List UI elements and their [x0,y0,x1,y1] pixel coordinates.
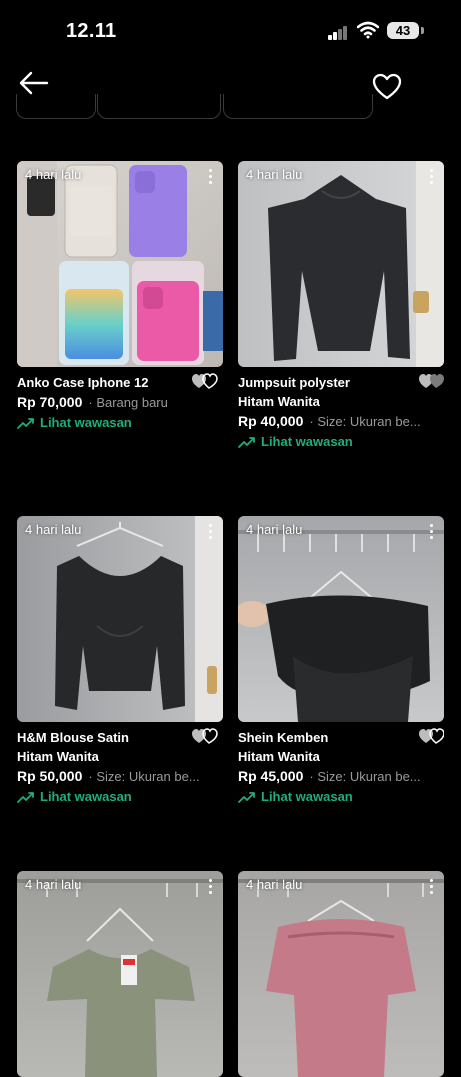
listing-condition: · Barang baru [88,395,168,410]
kemben-photo [238,530,444,722]
insight-label: Lihat wawasan [40,415,132,430]
listing-price-line: Rp 45,000 · Size: Ukuran be... [238,768,444,784]
listing-price: Rp 50,000 [17,768,83,784]
listing-age: 4 hari lalu [246,877,303,892]
heart-icon[interactable] [191,373,223,389]
listing-size: · Size: Ukuran be... [88,769,200,784]
phone-cases-photo [17,161,223,367]
heart-icon[interactable] [191,728,223,744]
kebab-icon[interactable] [209,169,213,185]
listing-price: Rp 40,000 [238,413,304,429]
listing-age: 4 hari lalu [246,522,303,537]
status-bar: 12.11 43 [0,0,461,62]
insight-label: Lihat wawasan [40,789,132,804]
listing-price-line: Rp 40,000 · Size: Ukuran be... [238,413,444,429]
listing-title: Jumpsuit polyster Hitam Wanita [238,375,350,409]
signal-icon [328,24,350,40]
battery-tip [421,27,424,34]
kebab-icon[interactable] [430,879,434,895]
insight-link[interactable]: Lihat wawasan [238,434,353,449]
listing-age: 4 hari lalu [25,167,82,182]
insight-label: Lihat wawasan [261,789,353,804]
kebab-icon[interactable] [209,879,213,895]
listing-image[interactable]: 4 hari lalu [238,161,444,367]
insight-link[interactable]: Lihat wawasan [17,415,132,430]
kebab-icon[interactable] [430,169,434,185]
filter-chips [0,94,461,122]
jumpsuit-photo [268,161,444,367]
trend-icon [238,791,255,803]
listing-title: Anko Case Iphone 12 [17,375,149,390]
listing-age: 4 hari lalu [25,877,82,892]
listing-title: H&M Blouse Satin Hitam Wanita [17,730,129,764]
trend-icon [17,417,34,429]
filter-chip[interactable] [223,94,373,119]
pink-blouse-photo [238,879,444,1077]
listing-size: · Size: Ukuran be... [309,769,421,784]
listing-image[interactable]: 4 hari lalu [238,871,444,1077]
tshirt-photo [17,879,223,1077]
listing-age: 4 hari lalu [25,522,82,537]
listing-price-line: Rp 70,000 · Barang baru [17,394,223,410]
listing-image[interactable]: 4 hari lalu [17,516,223,722]
insight-link[interactable]: Lihat wawasan [17,789,132,804]
heart-icon[interactable] [412,373,444,389]
heart-icon[interactable] [372,73,402,101]
battery-icon: 43 [387,22,419,39]
kebab-icon[interactable] [430,524,434,540]
listing-price: Rp 70,000 [17,394,83,410]
trend-icon [238,436,255,448]
listing-image[interactable]: 4 hari lalu [17,161,223,367]
listing-price: Rp 45,000 [238,768,304,784]
blouse-photo [55,516,223,722]
status-time: 12.11 [66,20,117,42]
kebab-icon[interactable] [209,524,213,540]
listing-title: Shein Kemben Hitam Wanita [238,730,329,764]
listing-image[interactable]: 4 hari lalu [17,871,223,1077]
filter-chip[interactable] [16,94,96,119]
listing-size: · Size: Ukuran be... [309,414,421,429]
listing-price-line: Rp 50,000 · Size: Ukuran be... [17,768,223,784]
filter-chip[interactable] [97,94,221,119]
back-arrow-icon[interactable] [18,70,50,96]
heart-icon[interactable] [412,728,444,744]
listing-age: 4 hari lalu [246,167,303,182]
wifi-icon [357,21,379,39]
listing-image[interactable]: 4 hari lalu [238,516,444,722]
insight-label: Lihat wawasan [261,434,353,449]
trend-icon [17,791,34,803]
insight-link[interactable]: Lihat wawasan [238,789,353,804]
